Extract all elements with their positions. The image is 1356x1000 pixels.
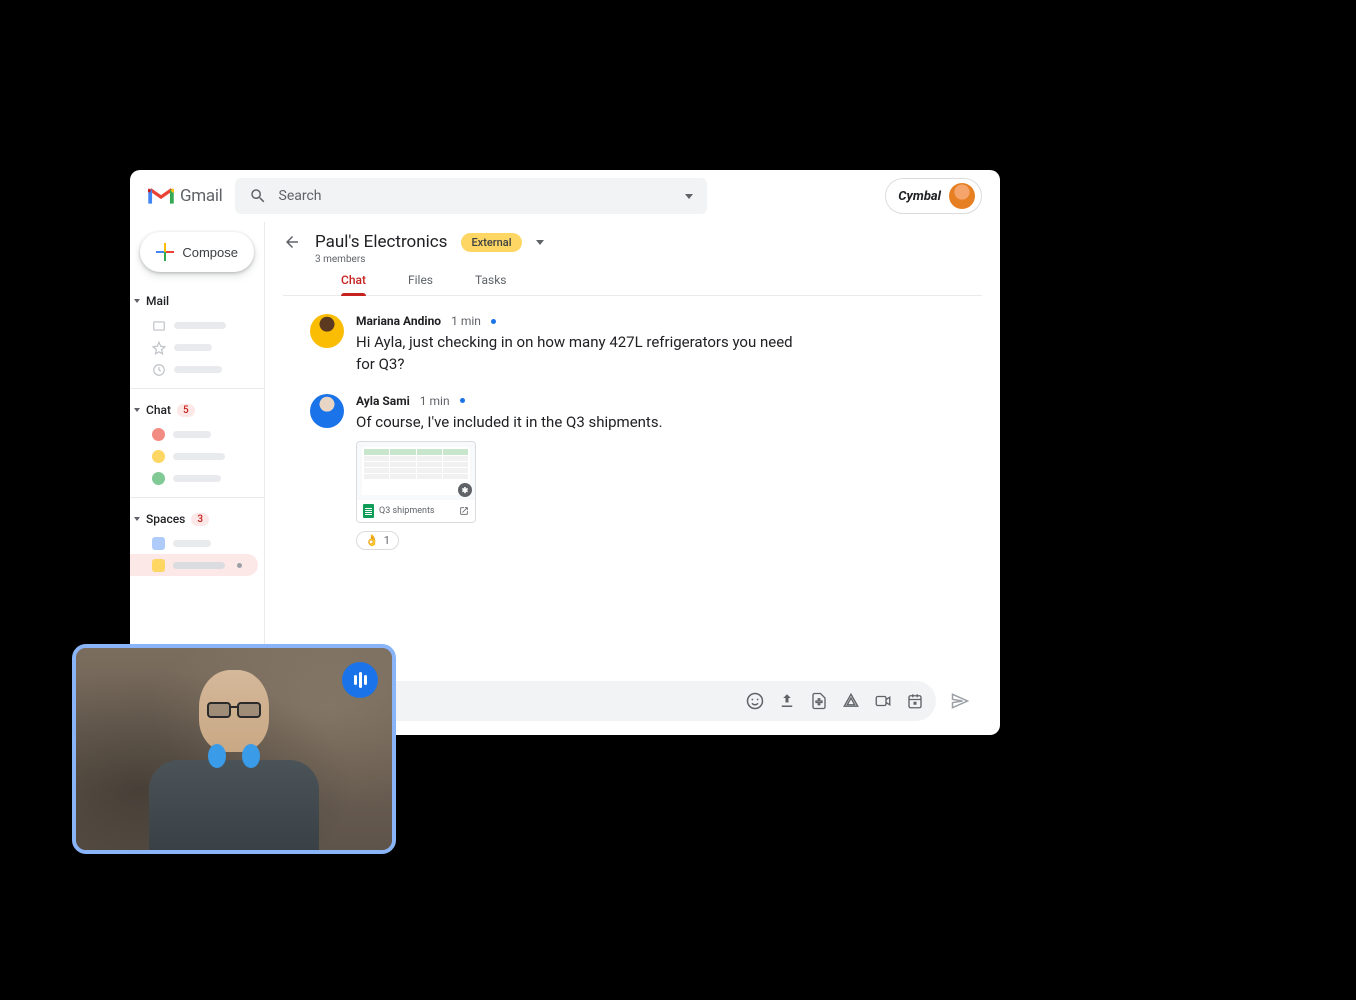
upload-icon[interactable] (778, 692, 796, 710)
placeholder-line (173, 475, 221, 482)
attachment-footer: Q3 shipments (357, 500, 475, 522)
space-header: Paul's Electronics External 3 members Ch… (265, 222, 1000, 296)
star-icon (152, 340, 166, 354)
gmail-m-icon (148, 186, 174, 206)
sidebar-item[interactable] (130, 314, 264, 336)
sidebar-item[interactable] (130, 467, 264, 489)
message-time: 1 min (420, 394, 450, 408)
placeholder-line (173, 431, 211, 438)
drive-icon[interactable] (842, 692, 860, 710)
search-icon (249, 187, 267, 205)
author-avatar[interactable] (310, 394, 344, 428)
sidebar-item[interactable] (130, 423, 264, 445)
gmail-logo[interactable]: Gmail (148, 186, 223, 206)
message: Ayla Sami 1 min Of course, I've included… (310, 394, 970, 551)
emoji-icon[interactable] (746, 692, 764, 710)
space-tabs: Chat Files Tasks (283, 273, 982, 296)
sidebar-section-mail: Mail (130, 286, 264, 384)
message-time: 1 min (451, 314, 481, 328)
arrow-left-icon (283, 233, 301, 251)
author-avatar[interactable] (310, 314, 344, 348)
plus-icon (156, 243, 172, 261)
attachment-preview: ✱ (357, 442, 475, 500)
search-placeholder: Search (279, 188, 673, 204)
send-button[interactable] (950, 691, 970, 711)
placeholder-line (174, 366, 222, 373)
section-header-chat[interactable]: Chat 5 (130, 399, 264, 423)
presence-dot-icon (152, 450, 165, 463)
external-badge: External (461, 233, 521, 252)
placeholder-line (173, 540, 211, 547)
tab-tasks[interactable]: Tasks (475, 273, 507, 295)
space-menu-caret-icon[interactable] (536, 240, 544, 245)
sheets-icon (363, 504, 374, 518)
spaces-badge: 3 (191, 513, 209, 526)
account-chip[interactable]: Cymbal (885, 178, 982, 214)
user-avatar (949, 183, 975, 209)
sidebar-item[interactable] (130, 336, 264, 358)
open-external-icon[interactable] (459, 506, 469, 516)
sidebar-item[interactable] (130, 358, 264, 380)
space-icon (152, 559, 165, 572)
placeholder-line (173, 453, 225, 460)
section-label: Chat (146, 403, 171, 417)
presence-dot-icon (152, 428, 165, 441)
tab-files[interactable]: Files (408, 273, 433, 295)
attachment-badge-icon: ✱ (458, 483, 472, 497)
inbox-icon (152, 318, 166, 332)
clock-icon (152, 362, 166, 376)
gmail-text: Gmail (180, 186, 223, 206)
calendar-icon[interactable] (906, 692, 924, 710)
tab-chat[interactable]: Chat (341, 273, 366, 295)
reaction-chip[interactable]: 👌 1 (356, 531, 399, 550)
section-label: Spaces (146, 512, 185, 526)
video-call-widget[interactable] (72, 644, 396, 854)
active-indicator (237, 563, 242, 568)
sidebar-item-active[interactable] (130, 554, 258, 576)
section-header-mail[interactable]: Mail (130, 290, 264, 314)
reaction-count: 1 (384, 534, 390, 547)
top-bar: Gmail Search Cymbal (130, 170, 1000, 222)
compose-label: Compose (182, 245, 238, 260)
caret-down-icon (134, 408, 140, 412)
chat-badge: 5 (177, 404, 195, 417)
sidebar-section-spaces: Spaces 3 (130, 497, 264, 580)
caret-down-icon (134, 517, 140, 521)
space-name: Paul's Electronics (315, 232, 447, 252)
brand-name: Cymbal (898, 189, 941, 204)
placeholder-line (174, 322, 226, 329)
sidebar-item[interactable] (130, 532, 264, 554)
message-author: Mariana Andino (356, 314, 441, 328)
back-button[interactable] (283, 233, 301, 251)
compose-button[interactable]: Compose (140, 232, 254, 272)
search-options-caret-icon[interactable] (685, 194, 693, 199)
caret-down-icon (134, 299, 140, 303)
voice-activity-icon (342, 662, 378, 698)
presence-dot-icon (152, 472, 165, 485)
member-count[interactable]: 3 members (315, 254, 982, 265)
video-participant (139, 670, 329, 850)
message-list: Mariana Andino 1 min Hi Ayla, just check… (265, 296, 1000, 673)
status-dot-icon (491, 319, 496, 324)
space-icon (152, 537, 165, 550)
message-author: Ayla Sami (356, 394, 410, 408)
sidebar-item[interactable] (130, 445, 264, 467)
search-bar[interactable]: Search (235, 178, 707, 214)
status-dot-icon (460, 398, 465, 403)
section-label: Mail (146, 294, 169, 308)
message: Mariana Andino 1 min Hi Ayla, just check… (310, 314, 970, 376)
attachment-card[interactable]: ✱ Q3 shipments (356, 441, 476, 523)
attachment-title: Q3 shipments (379, 506, 435, 516)
message-text: Hi Ayla, just checking in on how many 42… (356, 332, 796, 376)
message-text: Of course, I've included it in the Q3 sh… (356, 412, 796, 434)
section-header-spaces[interactable]: Spaces 3 (130, 508, 264, 532)
sidebar-section-chat: Chat 5 (130, 388, 264, 493)
reaction-emoji: 👌 (365, 534, 379, 547)
placeholder-line (174, 344, 212, 351)
document-add-icon[interactable] (810, 692, 828, 710)
video-icon[interactable] (874, 692, 892, 710)
placeholder-line (173, 562, 225, 569)
